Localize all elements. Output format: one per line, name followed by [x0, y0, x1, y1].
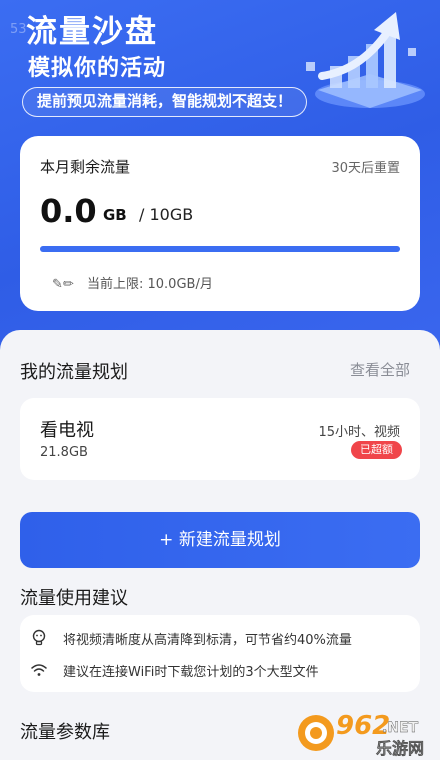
remaining-value: 0.0 — [40, 192, 97, 230]
total-quota: / 10GB — [139, 205, 194, 224]
reset-countdown: 30天后重置 — [331, 161, 400, 176]
usage-card: 本月剩余流量 30天后重置 0.0 GB / 10GB ✎✏ 当前上限: 10.… — [20, 136, 420, 311]
remaining-unit: GB — [103, 206, 127, 224]
params-section-title: 流量参数库 — [20, 722, 110, 743]
usage-progress-bar — [40, 246, 400, 252]
plan-size: 21.8GB — [40, 445, 88, 460]
suggestion-text: 建议在连接WiFi时下载您计划的3个大型文件 — [63, 665, 319, 680]
suggestions-card: 将视频清晰度从高清降到标清，可节省约40%流量 建议在连接WiFi时下载您计划的… — [20, 615, 420, 692]
over-limit-badge: 已超额 — [351, 441, 402, 459]
remaining-label: 本月剩余流量 — [40, 158, 131, 176]
plan-meta: 15小时、视频 — [318, 425, 400, 440]
hero-title: 流量沙盘 — [26, 14, 158, 50]
plan-name: 看电视 — [40, 420, 94, 441]
watermark-suffix: .NET — [382, 720, 419, 736]
plan-card[interactable]: 看电视 21.8GB 15小时、视频 已超额 — [20, 398, 420, 480]
cap-limit-text[interactable]: 当前上限: 10.0GB/月 — [87, 273, 213, 292]
hero-subtitle: 模拟你的活动 — [28, 56, 167, 81]
suggestion-text: 将视频清晰度从高清降到标清，可节省约40%流量 — [63, 633, 352, 648]
suggestion-item: 将视频清晰度从高清降到标清，可节省约40%流量 — [30, 627, 410, 649]
new-plan-button[interactable]: + 新建流量规划 — [20, 512, 420, 568]
growth-chart-illustration-icon — [306, 12, 425, 108]
suggestions-section-title: 流量使用建议 — [20, 588, 128, 609]
status-text: 53 — [10, 22, 27, 37]
watermark-text: 乐游网 — [376, 739, 424, 758]
lightbulb-icon — [32, 629, 46, 646]
plans-section-title: 我的流量规划 — [20, 362, 128, 383]
wifi-icon — [31, 664, 47, 676]
suggestion-item: 建议在连接WiFi时下载您计划的3个大型文件 — [30, 659, 410, 681]
watermark-logo: 962 .NET 乐游网 — [298, 711, 424, 758]
hero-tagline: 提前预见流量消耗，智能规划不超支！ — [22, 87, 308, 117]
usage-progress-fill — [40, 246, 400, 252]
see-all-link[interactable]: 查看全部 — [350, 359, 410, 380]
edit-cap-icon[interactable]: ✎✏ — [52, 273, 84, 292]
